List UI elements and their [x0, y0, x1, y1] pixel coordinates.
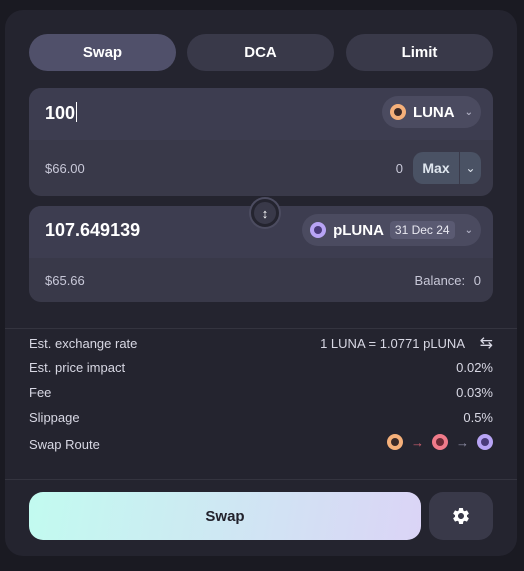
to-balance-label: Balance: [414, 273, 466, 288]
tab-swap[interactable]: Swap [29, 34, 176, 71]
swap-vertical-icon: ↕ [261, 205, 269, 221]
tab-dca[interactable]: DCA [187, 34, 334, 71]
max-chevron-down-icon[interactable]: ⌄ [459, 152, 481, 184]
mode-tabs: Swap DCA Limit [29, 34, 493, 71]
text-caret [76, 102, 78, 122]
fee-row: Fee 0.03% [29, 385, 493, 405]
slippage-value: 0.5% [463, 410, 493, 425]
exchange-rate-row: Est. exchange rate 1 LUNA = 1.0771 pLUNA… [29, 333, 493, 356]
maturity-badge: 31 Dec 24 [389, 221, 455, 239]
gear-icon [453, 508, 469, 524]
tab-limit[interactable]: Limit [346, 34, 493, 71]
price-impact-row: Est. price impact 0.02% [29, 360, 493, 380]
pool-token-icon [432, 434, 448, 450]
from-usd-value: $66.00 [45, 161, 85, 176]
to-token-label: pLUNA [333, 221, 384, 239]
to-balance: Balance: 0 [415, 273, 481, 288]
price-impact-value: 0.02% [456, 360, 493, 375]
to-token-select[interactable]: pLUNA 31 Dec 24 ⌄ [302, 214, 481, 246]
arrow-right-icon: → [456, 434, 469, 450]
swap-route: → → [387, 434, 493, 450]
to-amount-output: 107.649139 [45, 220, 141, 240]
luna-token-icon [389, 104, 406, 120]
price-impact-label: Est. price impact [29, 360, 126, 375]
from-token-label: LUNA [412, 103, 455, 121]
from-token-select[interactable]: LUNA ⌄ [381, 96, 481, 128]
divider [5, 328, 517, 329]
fee-value: 0.03% [456, 385, 493, 400]
divider [5, 479, 517, 480]
swap-button[interactable]: Swap [29, 492, 421, 540]
from-amount-input[interactable]: 100 [45, 102, 78, 124]
max-button[interactable]: Max [413, 152, 459, 184]
arrow-right-icon: → [411, 434, 424, 450]
from-panel: 100 LUNA ⌄ $66.00 0 Max ⌄ [29, 88, 493, 196]
settings-button[interactable] [429, 492, 493, 540]
swap-arrows-icon[interactable]: ⇆ [480, 333, 493, 353]
pluna-token-icon [310, 222, 327, 238]
swap-route-label: Swap Route [29, 437, 100, 452]
exchange-rate-label: Est. exchange rate [29, 336, 138, 351]
from-balance: 0 [395, 161, 403, 176]
to-usd-value: $65.66 [45, 273, 85, 288]
luna-token-icon [387, 434, 403, 450]
pluna-token-icon [477, 434, 493, 450]
chevron-down-icon: ⌄ [464, 224, 473, 236]
swap-route-row: Swap Route → → [29, 434, 493, 457]
swap-card: Swap DCA Limit 100 LUNA ⌄ $66.00 0 Max ⌄… [5, 10, 517, 556]
exchange-rate-value: 1 LUNA = 1.0771 pLUNA [320, 336, 465, 351]
slippage-label: Slippage [29, 410, 80, 425]
fee-label: Fee [29, 385, 52, 400]
max-control: Max ⌄ [413, 152, 481, 184]
slippage-row: Slippage 0.5% [29, 410, 493, 430]
chevron-down-icon: ⌄ [464, 106, 473, 118]
to-balance-value: 0 [473, 273, 481, 288]
swap-direction-button[interactable]: ↕ [251, 199, 279, 227]
